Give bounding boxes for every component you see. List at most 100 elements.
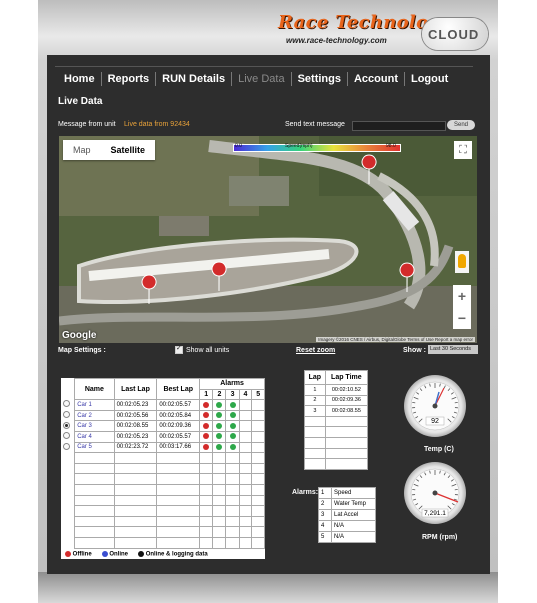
cell-time xyxy=(324,415,369,428)
alarms-list: 1 Speed 2 Water Temp 3 Lat Accel 4 N/A 5 N/A xyxy=(318,487,376,543)
alarm-name: N/A xyxy=(331,520,376,532)
alarm-n: 3 xyxy=(318,509,332,521)
car-marker[interactable] xyxy=(211,261,227,292)
reset-zoom-link[interactable]: Reset zoom xyxy=(296,347,335,354)
car-radio[interactable] xyxy=(63,421,70,429)
footer-band xyxy=(38,572,498,603)
cell-alarm xyxy=(199,515,214,528)
cell-alarm xyxy=(199,494,214,507)
send-message-input[interactable] xyxy=(352,121,446,131)
logo[interactable]: Race Technology www.race-technology.com … xyxy=(278,12,488,52)
nav-home[interactable]: Home xyxy=(58,72,101,86)
cell-alarm xyxy=(238,515,253,528)
cell-best xyxy=(156,494,201,507)
pegman-icon[interactable] xyxy=(455,251,469,273)
show-all-units[interactable]: Show all units xyxy=(175,344,229,354)
col-lap: Lap xyxy=(304,370,326,385)
table-row[interactable]: Car 2 00:02:05.56 00:02:05.84 xyxy=(61,409,265,422)
table-row[interactable]: Car 1 00:02:05.23 00:02:05.57 xyxy=(61,399,265,411)
satellite-map[interactable]: Map Satellite 0.0 Speed(mph) 98.0 ⛶ + − … xyxy=(59,136,477,343)
cell-alarm xyxy=(251,430,265,443)
col-last-lap: Last Lap xyxy=(113,377,158,401)
cell-alarm xyxy=(212,473,227,485)
table-row xyxy=(61,462,265,475)
cell-name: Car 4 xyxy=(74,430,115,443)
cell-alarm xyxy=(238,462,253,475)
car-radio[interactable] xyxy=(63,432,70,440)
table-row[interactable]: Car 3 00:02:08.55 00:02:09.36 xyxy=(61,420,265,432)
cell-alarm xyxy=(225,420,240,432)
cell-alarm xyxy=(251,494,265,507)
cell-best xyxy=(156,526,201,538)
green-alarm-indicator xyxy=(216,444,223,451)
table-row xyxy=(304,458,369,470)
show-label: Show : xyxy=(403,347,426,354)
row-select xyxy=(61,484,75,495)
car-marker[interactable] xyxy=(361,154,377,185)
car-marker[interactable] xyxy=(141,274,157,305)
cell-best: 00:02:05.57 xyxy=(156,430,201,443)
cell-name xyxy=(74,515,115,528)
list-item: 3 Lat Accel xyxy=(318,509,376,521)
cell-alarm xyxy=(199,441,214,454)
row-select xyxy=(61,442,75,453)
cell-alarm xyxy=(212,430,227,443)
car-marker[interactable] xyxy=(399,262,415,293)
zoom-in-button[interactable]: + xyxy=(453,285,471,307)
send-button[interactable]: Send xyxy=(447,120,475,130)
map-settings-label: Map Settings : xyxy=(58,347,106,354)
alarms-label: Alarms: xyxy=(292,489,319,496)
cell-name: Car 2 xyxy=(74,409,115,422)
table-row[interactable]: Car 4 00:02:05.23 00:02:05.57 xyxy=(61,430,265,443)
car-radio[interactable] xyxy=(63,411,70,419)
nav-live-data[interactable]: Live Data xyxy=(231,72,290,86)
cell-alarm xyxy=(238,526,253,538)
nav-run-details[interactable]: RUN Details xyxy=(155,72,231,86)
cell-time xyxy=(324,458,369,470)
tab-map[interactable]: Map xyxy=(63,140,101,160)
table-row: 3 00:02:08.55 xyxy=(304,405,369,417)
row-select xyxy=(61,431,75,442)
car-radio[interactable] xyxy=(63,400,70,408)
show-all-checkbox[interactable] xyxy=(175,344,183,354)
zoom-out-button[interactable]: − xyxy=(453,307,471,329)
zoom-control: + − xyxy=(453,285,471,329)
cell-alarm xyxy=(212,441,227,454)
nav-logout[interactable]: Logout xyxy=(403,72,454,86)
cell-alarm xyxy=(212,536,227,549)
legend-logging: Online & logging data xyxy=(138,550,208,557)
cell-alarm xyxy=(199,420,214,432)
fullscreen-icon[interactable]: ⛶ xyxy=(454,141,472,159)
nav-reports[interactable]: Reports xyxy=(100,72,156,86)
cell-alarm xyxy=(251,441,265,454)
map-attribution[interactable]: Imagery ©2016 CNES / Airbus, DigitalGlob… xyxy=(316,337,475,342)
speed-scale-title: Speed(mph) xyxy=(285,143,313,149)
cell-last xyxy=(113,473,158,485)
cell-alarm xyxy=(212,462,227,475)
cell-alarm xyxy=(199,473,214,485)
alarm-col-header: 3 xyxy=(225,388,240,401)
cell-lap xyxy=(304,415,326,428)
table-row[interactable]: Car 5 00:02:23.72 00:03:17.66 xyxy=(61,441,265,454)
cell-last: 00:02:05.23 xyxy=(113,430,158,443)
cell-last xyxy=(113,515,158,528)
cell-last xyxy=(113,536,158,549)
cell-alarm xyxy=(212,526,227,538)
laps-table: Lap Lap Time 1 00:02:10.52 2 00:02:09.36 3 00… xyxy=(304,370,369,470)
nav-account[interactable]: Account xyxy=(346,72,404,86)
table-row xyxy=(61,452,265,464)
cell-best xyxy=(156,452,201,464)
cell-alarm xyxy=(251,515,265,528)
cell-alarm xyxy=(212,494,227,507)
tab-satellite[interactable]: Satellite xyxy=(101,140,156,160)
cell-alarm xyxy=(212,483,227,496)
speed-scale-max: 98.0 xyxy=(386,143,396,149)
car-radio[interactable] xyxy=(63,442,70,450)
cell-alarm xyxy=(199,430,214,443)
cell-best xyxy=(156,483,201,496)
red-alarm-indicator xyxy=(203,412,210,419)
cell-alarm xyxy=(238,399,253,411)
cell-name: Car 1 xyxy=(74,399,115,411)
show-range-select[interactable]: Last 30 Seconds xyxy=(428,345,478,354)
nav-settings[interactable]: Settings xyxy=(290,72,347,86)
